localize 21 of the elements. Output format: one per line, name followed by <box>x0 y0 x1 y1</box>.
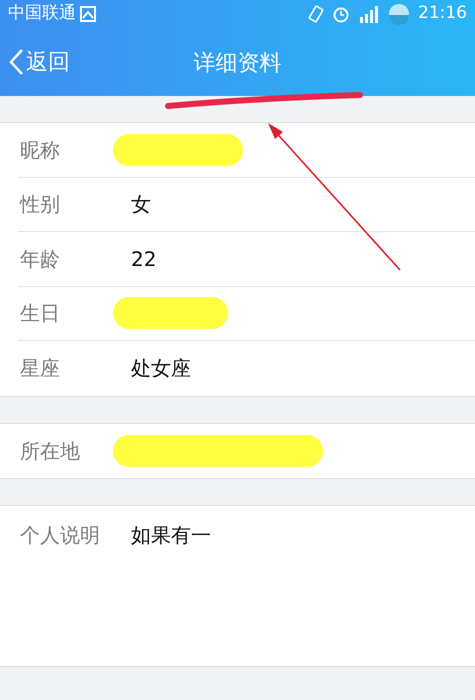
field-label: 所在地 <box>19 438 81 465</box>
field-value: 如果有一 <box>131 522 211 549</box>
field-label: 个人说明 <box>19 522 101 549</box>
alarm-icon <box>332 5 350 23</box>
field-label: 昵称 <box>19 136 61 164</box>
field-value: 女 <box>131 191 151 218</box>
clock-time: 21:16 <box>418 2 467 26</box>
back-button[interactable]: 返回 <box>0 28 78 96</box>
field-label: 年龄 <box>19 246 61 273</box>
vibrate-icon <box>308 5 324 23</box>
battery-icon <box>388 3 410 25</box>
image-icon <box>80 6 96 22</box>
field-label: 性别 <box>18 191 61 218</box>
page-title: 详细资料 <box>194 50 282 78</box>
field-label: 生日 <box>19 300 61 328</box>
field-value: 22 <box>131 246 156 273</box>
field-value: 处女座 <box>131 355 191 382</box>
chevron-left-icon <box>8 48 24 76</box>
carrier-name: 中国联通 <box>8 2 76 26</box>
field-label: 星座 <box>19 355 61 382</box>
signal-icon <box>358 4 380 24</box>
